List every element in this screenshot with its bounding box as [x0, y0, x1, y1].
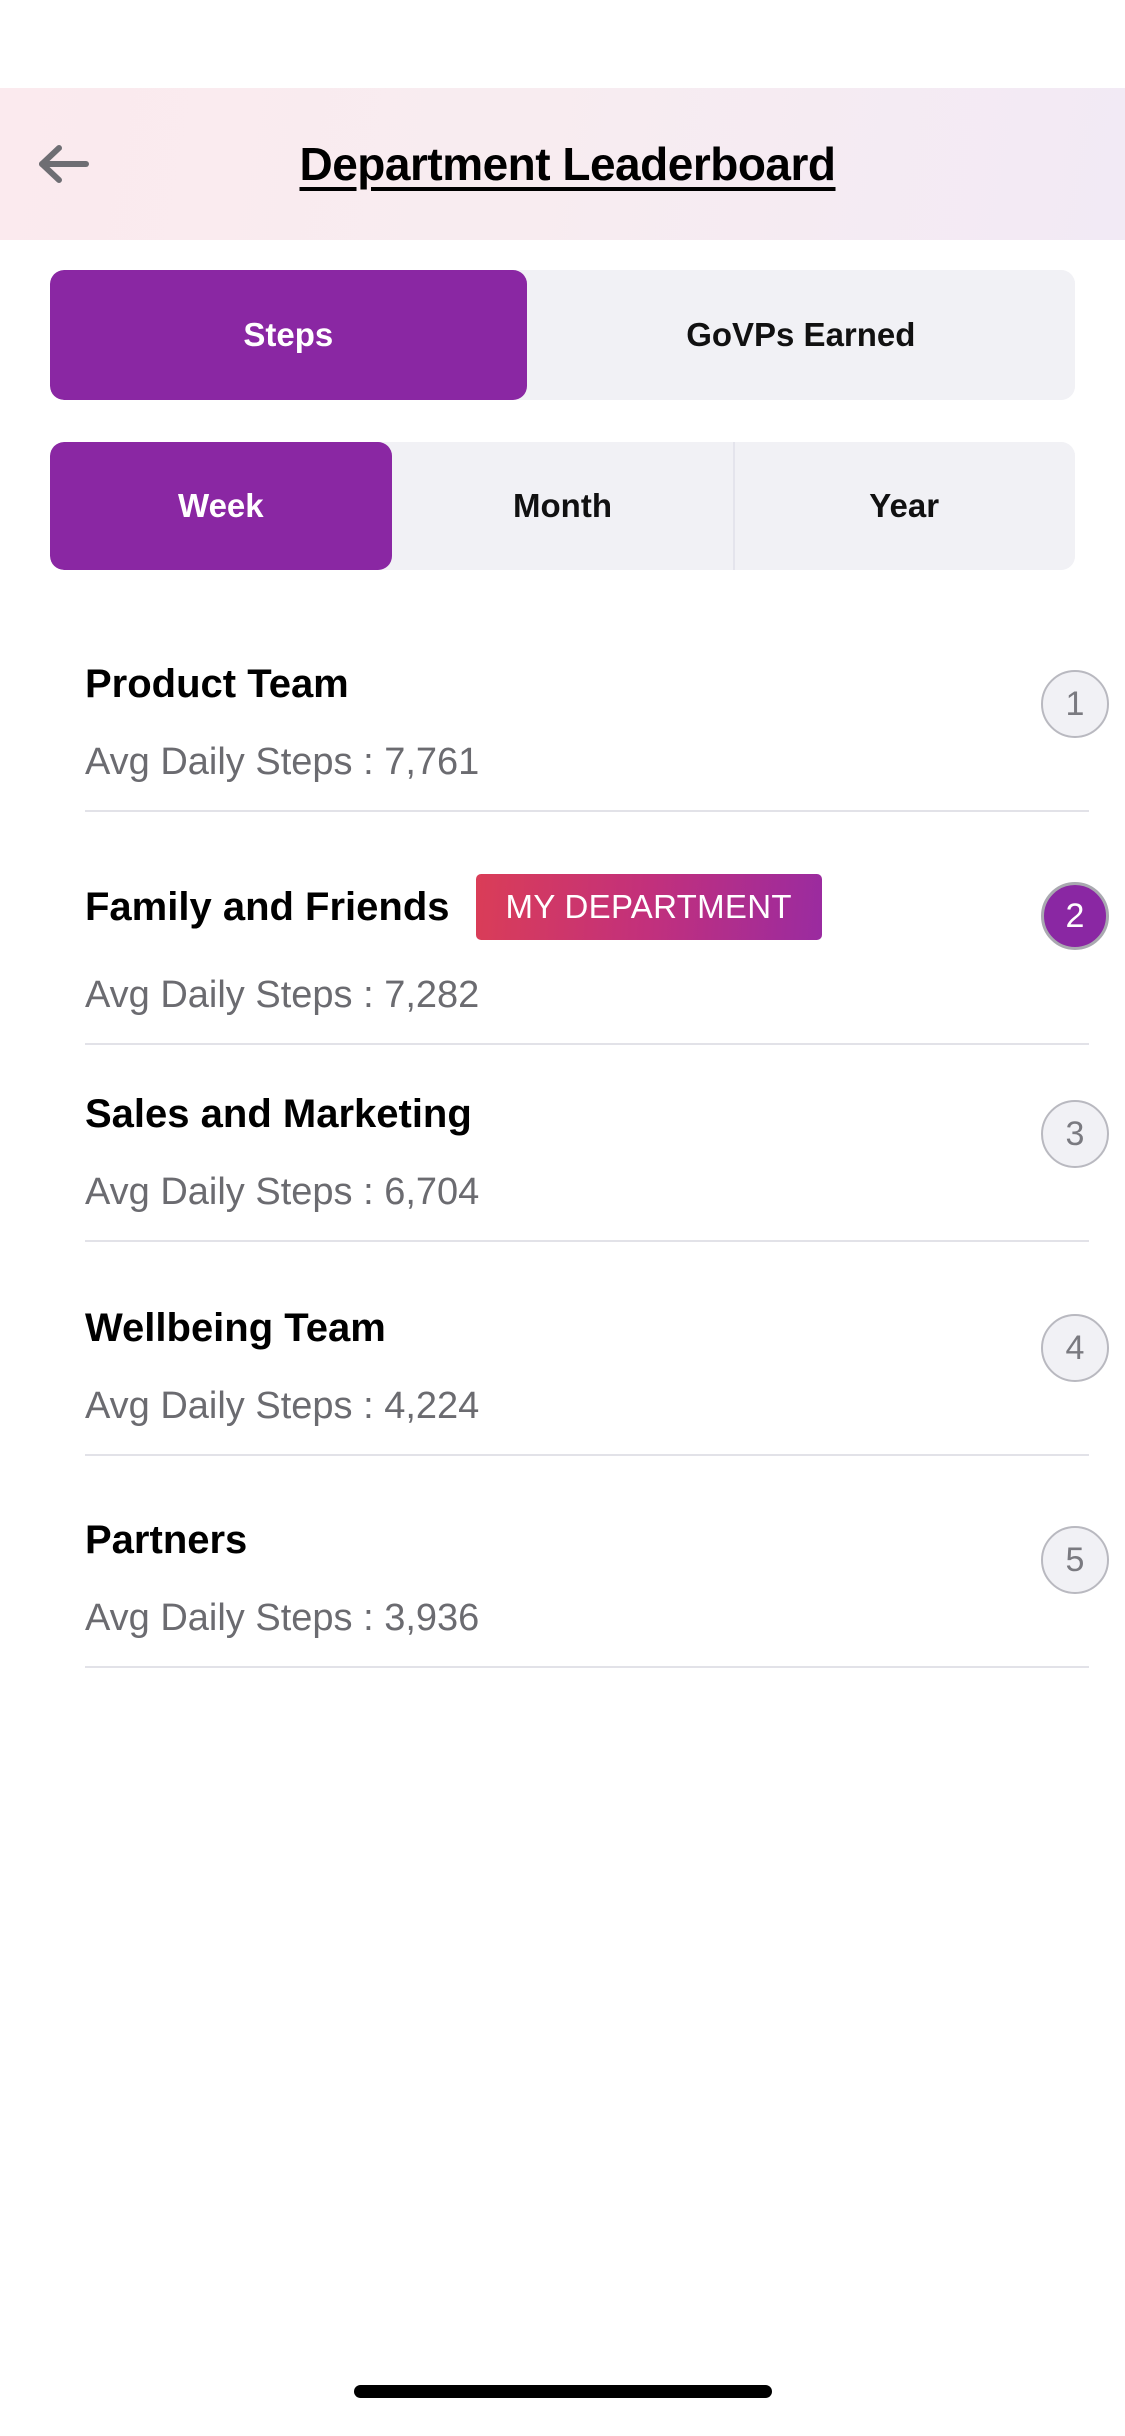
- metric-tabs-container: Steps GoVPs Earned: [0, 270, 1125, 400]
- department-name: Product Team: [85, 662, 349, 706]
- department-steps: Avg Daily Steps : 7,761: [85, 741, 480, 783]
- tab-govps-earned[interactable]: GoVPs Earned: [526, 270, 1075, 400]
- metric-segmented-control: Steps GoVPs Earned: [50, 270, 1075, 400]
- status-bar: [0, 0, 1125, 88]
- rank-badge: 5: [1041, 1526, 1109, 1594]
- department-name: Partners: [85, 1518, 248, 1562]
- table-row[interactable]: Product Team Avg Daily Steps : 7,761 1: [85, 630, 1109, 842]
- leaderboard-list: Product Team Avg Daily Steps : 7,761 1 F…: [0, 630, 1125, 1698]
- row-divider: [85, 1043, 1089, 1045]
- rank-badge: 3: [1041, 1100, 1109, 1168]
- rank-badge: 1: [1041, 670, 1109, 738]
- back-button[interactable]: [22, 122, 106, 206]
- tab-govps-earned-label: GoVPs Earned: [686, 316, 916, 353]
- tab-year[interactable]: Year: [733, 442, 1075, 570]
- row-divider: [85, 810, 1089, 812]
- department-steps: Avg Daily Steps : 3,936: [85, 1597, 480, 1639]
- table-row[interactable]: Wellbeing Team Avg Daily Steps : 4,224 4: [85, 1274, 1109, 1486]
- my-department-badge: MY DEPARTMENT: [475, 874, 822, 940]
- page-header: Department Leaderboard: [0, 88, 1125, 240]
- app-screen: Department Leaderboard Steps GoVPs Earne…: [0, 0, 1125, 2436]
- table-row[interactable]: Sales and Marketing Avg Daily Steps : 6,…: [85, 1060, 1109, 1274]
- department-name: Family and Friends: [85, 884, 450, 929]
- department-name: Wellbeing Team: [85, 1306, 386, 1350]
- row-divider: [85, 1666, 1089, 1668]
- row-divider: [85, 1454, 1089, 1456]
- rank-badge: 2: [1041, 882, 1109, 950]
- rank-badge: 4: [1041, 1314, 1109, 1382]
- department-name: Sales and Marketing: [85, 1092, 472, 1136]
- tab-month[interactable]: Month: [391, 442, 734, 570]
- tab-week[interactable]: Week: [50, 442, 392, 570]
- page-title: Department Leaderboard: [299, 138, 836, 190]
- department-steps: Avg Daily Steps : 7,282: [85, 974, 480, 1016]
- tab-steps[interactable]: Steps: [50, 270, 527, 400]
- home-indicator[interactable]: [353, 2385, 772, 2398]
- period-tabs-container: Week Month Year: [0, 442, 1125, 570]
- row-divider: [85, 1240, 1089, 1242]
- tab-month-label: Month: [513, 487, 612, 524]
- department-steps: Avg Daily Steps : 4,224: [85, 1385, 480, 1427]
- period-segmented-control: Week Month Year: [50, 442, 1075, 570]
- department-steps: Avg Daily Steps : 6,704: [85, 1171, 480, 1213]
- table-row[interactable]: Family and Friends MY DEPARTMENT Avg Dai…: [85, 842, 1109, 1060]
- tab-steps-label: Steps: [243, 316, 334, 353]
- arrow-left-icon: [36, 141, 92, 187]
- tab-week-label: Week: [178, 487, 264, 524]
- table-row[interactable]: Partners Avg Daily Steps : 3,936 5: [85, 1486, 1109, 1698]
- tab-year-label: Year: [869, 487, 940, 524]
